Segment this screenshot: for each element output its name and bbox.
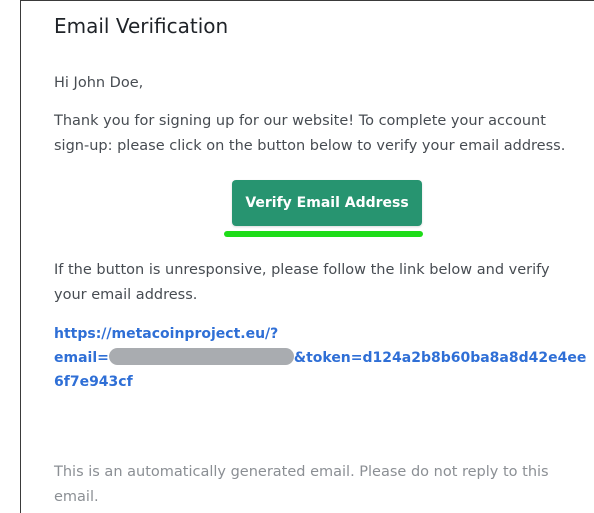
redacted-email bbox=[108, 348, 294, 365]
email-frame: Email Verification Hi John Doe, Thank yo… bbox=[20, 0, 594, 513]
highlight-underline bbox=[224, 231, 423, 237]
link-line-1[interactable]: https://metacoinproject.eu/? bbox=[54, 322, 564, 346]
intro-text: Thank you for signing up for our website… bbox=[54, 113, 566, 154]
greeting-text: Hi John Doe, bbox=[54, 75, 144, 91]
link-email-prefix[interactable]: email= bbox=[54, 350, 109, 366]
link-token[interactable]: &token=d124a2b8b60ba8a8d42e4ee bbox=[294, 350, 586, 366]
email-title: Email Verification bbox=[54, 14, 229, 38]
link-line-3[interactable]: 6f7e943cf bbox=[54, 370, 564, 394]
footer-text: This is an automatically generated email… bbox=[54, 464, 549, 505]
fallback-text: If the button is unresponsive, please fo… bbox=[54, 262, 550, 303]
verify-email-button[interactable]: Verify Email Address bbox=[232, 180, 422, 226]
verification-link[interactable]: https://metacoinproject.eu/? email= &toke… bbox=[54, 322, 586, 394]
link-line-2[interactable]: email= &token=d124a2b8b60ba8a8d42e4ee bbox=[54, 346, 586, 370]
verify-button-wrapper: Verify Email Address bbox=[224, 180, 423, 237]
